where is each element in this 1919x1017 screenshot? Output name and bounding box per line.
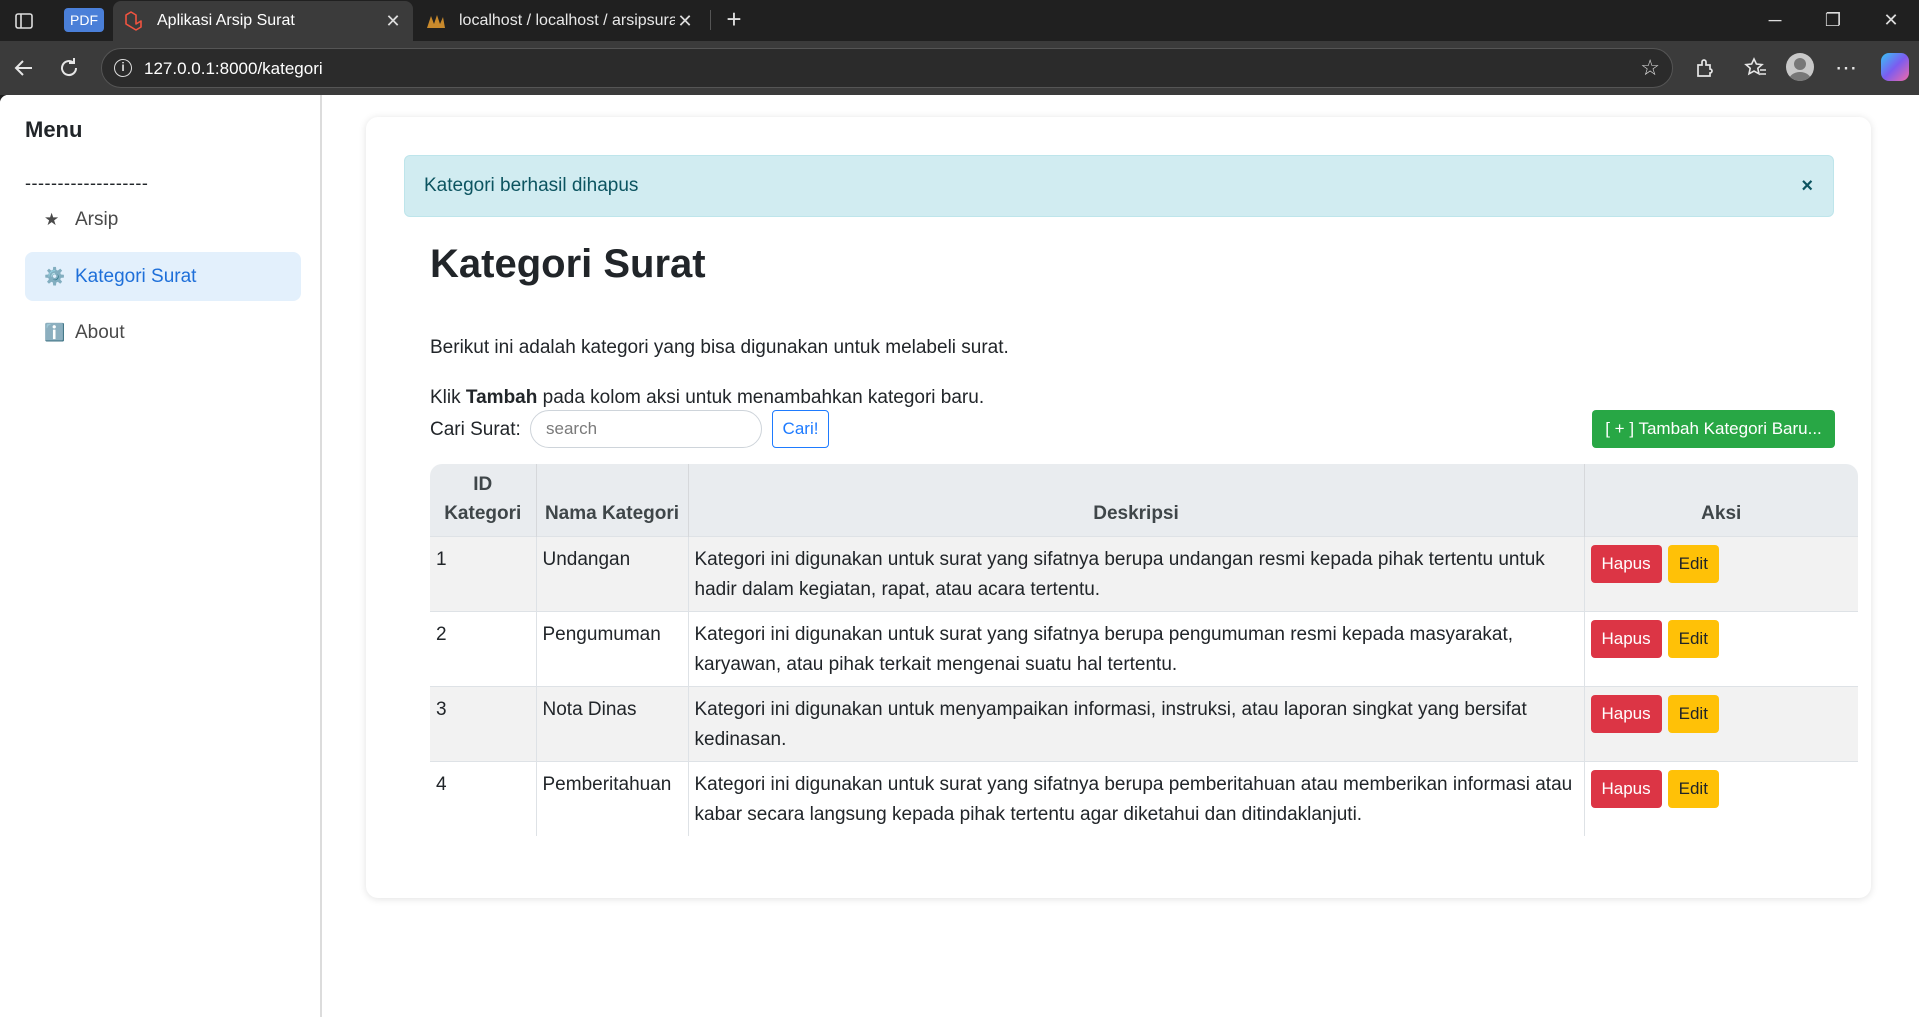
sidebar-item-kategori-surat[interactable]: ⚙️ Kategori Surat — [25, 252, 301, 301]
back-icon[interactable] — [10, 54, 38, 82]
browser-toolbar: i 127.0.0.1:8000/kategori ☆ ⋯ — [0, 41, 1919, 95]
reload-icon[interactable] — [55, 54, 83, 82]
delete-button[interactable]: Hapus — [1590, 545, 1662, 583]
site-info-icon[interactable]: i — [114, 59, 132, 77]
phpmyadmin-icon — [425, 10, 447, 32]
pdf-tab-badge[interactable]: PDF — [64, 8, 104, 32]
tab-title: Aplikasi Arsip Surat — [157, 12, 295, 29]
cell-nama: Nota Dinas — [536, 686, 689, 762]
sidebar-item-label: Kategori Surat — [75, 265, 197, 287]
edit-button[interactable]: Edit — [1667, 620, 1719, 658]
sidebar-item-label: About — [75, 321, 125, 343]
cell-deskripsi: Kategori ini digunakan untuk surat yang … — [688, 761, 1585, 836]
sidebar-toggle-icon[interactable] — [12, 9, 36, 33]
gear-icon: ⚙️ — [44, 266, 66, 286]
tab-separator — [710, 10, 711, 30]
cell-aksi: Hapus Edit — [1584, 536, 1858, 612]
favorites-icon[interactable] — [1742, 54, 1770, 82]
cell-nama: Pemberitahuan — [536, 761, 689, 836]
category-table: ID Kategori Nama Kategori Deskripsi Aksi… — [430, 464, 1858, 836]
cell-id: 3 — [430, 686, 537, 762]
cell-id: 4 — [430, 761, 537, 836]
search-input[interactable] — [530, 410, 762, 448]
hint-prefix: Klik — [430, 387, 461, 408]
restore-icon[interactable]: ❐ — [1821, 8, 1845, 32]
add-category-button[interactable]: [ + ] Tambah Kategori Baru... — [1592, 410, 1835, 448]
tab-close-icon[interactable]: ✕ — [675, 11, 695, 31]
alert-message: Kategori berhasil dihapus — [424, 175, 639, 196]
alert-close-icon[interactable]: × — [1801, 156, 1813, 216]
intro-text: Berikut ini adalah kategori yang bisa di… — [430, 337, 1009, 358]
hint-text: Klik Tambah pada kolom aksi untuk menamb… — [430, 387, 984, 409]
cell-deskripsi: Kategori ini digunakan untuk menyampaika… — [688, 686, 1585, 762]
address-url[interactable]: 127.0.0.1:8000/kategori — [144, 59, 323, 79]
browser-tab-strip: PDF Aplikasi Arsip Surat ✕ localhost / l… — [0, 0, 1919, 41]
search-button[interactable]: Cari! — [772, 410, 829, 448]
sidebar-item-about[interactable]: ℹ️ About — [25, 308, 301, 357]
table-row: 3 Nota Dinas Kategori ini digunakan untu… — [430, 686, 1858, 762]
cell-deskripsi: Kategori ini digunakan untuk surat yang … — [688, 611, 1585, 687]
hint-bold: Tambah — [465, 387, 538, 408]
tab-title: localhost / localhost / arsipsurat_l — [459, 12, 675, 29]
success-alert: Kategori berhasil dihapus × — [404, 155, 1834, 217]
favorite-star-icon[interactable]: ☆ — [1640, 55, 1660, 81]
info-icon: ℹ️ — [44, 322, 66, 342]
cell-aksi: Hapus Edit — [1584, 611, 1858, 687]
table-header-row: ID Kategori Nama Kategori Deskripsi Aksi — [430, 464, 1858, 537]
delete-button[interactable]: Hapus — [1590, 770, 1662, 808]
more-options-icon[interactable]: ⋯ — [1832, 54, 1860, 82]
tab-close-icon[interactable]: ✕ — [383, 11, 403, 31]
search-label: Cari Surat: — [430, 419, 521, 440]
delete-button[interactable]: Hapus — [1590, 695, 1662, 733]
extensions-icon[interactable] — [1691, 54, 1719, 82]
table-row: 1 Undangan Kategori ini digunakan untuk … — [430, 536, 1858, 612]
new-tab-icon[interactable]: + — [722, 6, 746, 32]
minimize-icon[interactable]: ─ — [1763, 8, 1787, 32]
cell-aksi: Hapus Edit — [1584, 686, 1858, 762]
table-row: 4 Pemberitahuan Kategori ini digunakan u… — [430, 761, 1858, 836]
content-card: Kategori berhasil dihapus × Kategori Sur… — [366, 117, 1871, 898]
table-row: 2 Pengumuman Kategori ini digunakan untu… — [430, 611, 1858, 687]
delete-button[interactable]: Hapus — [1590, 620, 1662, 658]
sidebar-item-arsip[interactable]: ★ Arsip — [25, 195, 301, 244]
header-nama: Nama Kategori — [536, 464, 689, 537]
window-close-icon[interactable]: ✕ — [1879, 8, 1903, 32]
cell-id: 1 — [430, 536, 537, 612]
copilot-icon[interactable] — [1881, 53, 1909, 81]
header-id: ID Kategori — [430, 464, 537, 537]
sidebar-title: Menu — [25, 117, 83, 142]
cell-nama: Pengumuman — [536, 611, 689, 687]
sidebar: Menu ------------------- ★ Arsip ⚙️ Kate… — [0, 95, 322, 1017]
cell-aksi: Hapus Edit — [1584, 761, 1858, 836]
sidebar-item-label: Arsip — [75, 208, 119, 230]
laravel-icon — [123, 10, 145, 32]
profile-avatar[interactable] — [1786, 53, 1814, 81]
page-title: Kategori Surat — [430, 242, 706, 286]
page-viewport: Menu ------------------- ★ Arsip ⚙️ Kate… — [0, 95, 1919, 1017]
edit-button[interactable]: Edit — [1667, 695, 1719, 733]
tab-aplikasi-arsip-surat[interactable]: Aplikasi Arsip Surat ✕ — [113, 1, 413, 41]
cell-id: 2 — [430, 611, 537, 687]
hint-suffix: pada kolom aksi untuk menambahkan katego… — [542, 387, 985, 408]
edit-button[interactable]: Edit — [1667, 545, 1719, 583]
cell-nama: Undangan — [536, 536, 689, 612]
header-aksi: Aksi — [1701, 503, 1742, 524]
tab-phpmyadmin[interactable]: localhost / localhost / arsipsurat_l ✕ — [415, 1, 705, 41]
star-icon: ★ — [44, 209, 60, 229]
sidebar-divider: ------------------- — [25, 173, 149, 193]
address-bar[interactable]: i 127.0.0.1:8000/kategori ☆ — [101, 48, 1673, 88]
cell-deskripsi: Kategori ini digunakan untuk surat yang … — [688, 536, 1585, 612]
header-deskripsi: Deskripsi — [688, 464, 1585, 537]
edit-button[interactable]: Edit — [1667, 770, 1719, 808]
